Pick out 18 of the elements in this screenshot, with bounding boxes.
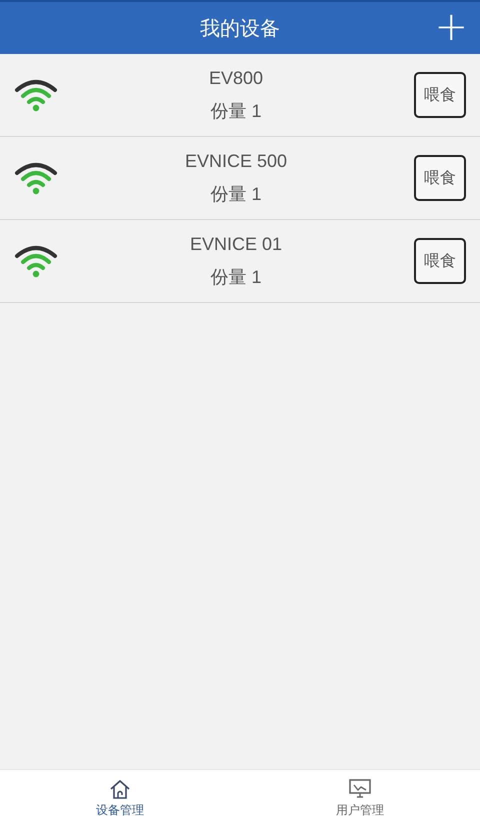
wifi-icon — [14, 160, 58, 196]
device-name: EV800 — [208, 68, 264, 88]
monitor-icon — [348, 778, 372, 800]
wifi-icon — [14, 77, 58, 113]
home-icon — [109, 778, 131, 800]
portion-label: 份量 1 — [210, 100, 262, 122]
feed-button[interactable]: 喂食 — [414, 155, 466, 201]
add-button[interactable]: + — [430, 5, 472, 49]
portion-label: 份量 1 — [210, 266, 262, 288]
feed-button[interactable]: 喂食 — [414, 238, 466, 284]
device-name: EVNICE 500 — [184, 150, 288, 172]
feed-button[interactable]: 喂食 — [414, 72, 466, 118]
device-name: EVNICE 01 — [190, 234, 282, 254]
portion-label: 份量 1 — [210, 182, 262, 206]
tab-item[interactable]: 设备管理 — [0, 770, 240, 823]
wifi-icon — [14, 243, 58, 279]
tab-item[interactable]: 用户管理 — [240, 770, 480, 823]
screen-title: 我的设备 — [200, 14, 280, 42]
